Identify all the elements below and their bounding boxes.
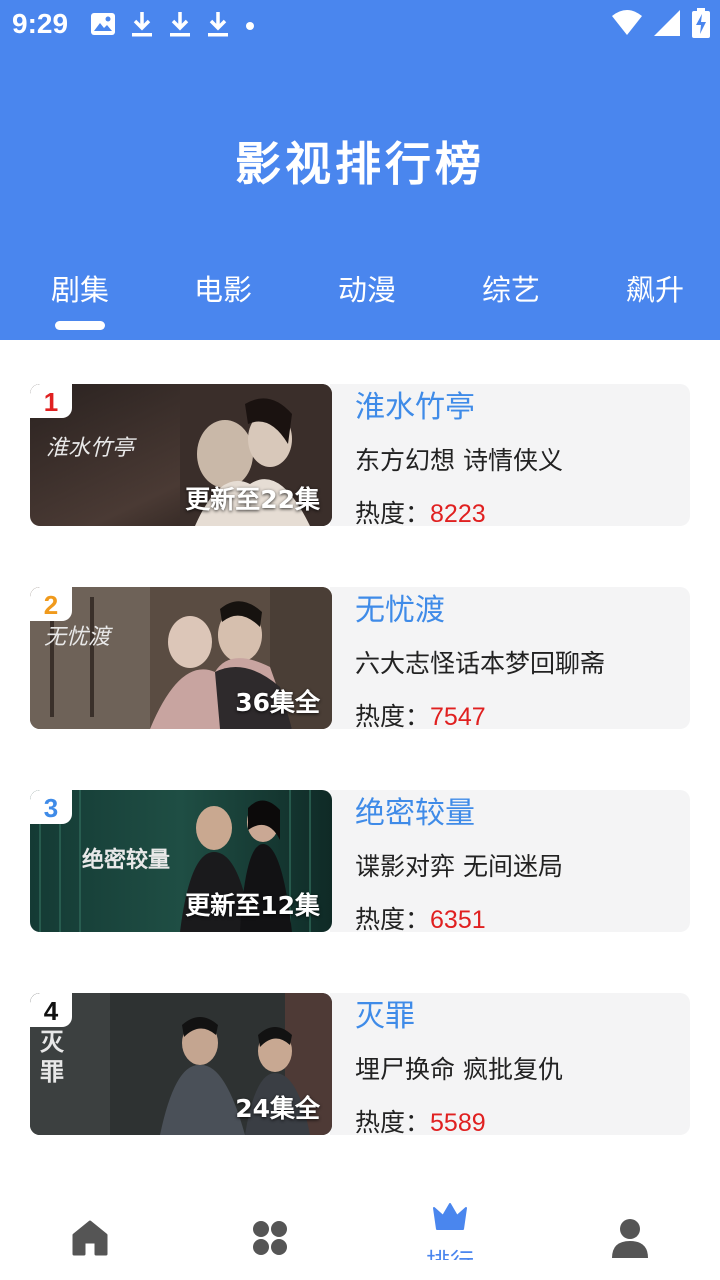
show-tags: 六大志怪话本梦回聊斋	[355, 649, 606, 678]
status-system-icons	[612, 8, 710, 42]
ranking-card[interactable]: 绝密较量 3 更新至12集 绝密较量 谍影对弈 无间迷局 热度：6351	[30, 788, 690, 934]
rank-badge: 4	[30, 993, 72, 1027]
signal-icon	[654, 10, 680, 40]
episode-status: 24集全	[235, 1094, 320, 1123]
nav-profile[interactable]	[580, 1196, 680, 1280]
show-tags: 谍影对弈 无间迷局	[355, 852, 563, 881]
grid-icon	[252, 1220, 288, 1260]
heat-score: 热度：7547	[355, 697, 486, 733]
download-icon	[130, 10, 154, 42]
heat-value: 8223	[430, 500, 486, 528]
header: 9:29 影视排行榜 剧集 电影 动漫 综艺 飙升	[0, 0, 720, 340]
episode-status: 更新至22集	[185, 485, 320, 514]
poster[interactable]: 淮水竹亭 1 更新至22集	[30, 384, 332, 526]
nav-categories[interactable]	[220, 1196, 320, 1280]
poster-title-art: 无忧渡	[44, 625, 111, 650]
tab-rising[interactable]: 飙升	[595, 268, 715, 328]
user-icon	[611, 1218, 649, 1262]
crown-icon	[432, 1202, 468, 1236]
show-tags: 东方幻想 诗情侠义	[355, 446, 563, 475]
status-notification-icons	[90, 10, 256, 42]
nav-ranking-label: 排行	[400, 1242, 500, 1260]
rank-badge: 2	[30, 587, 72, 621]
tab-dramas[interactable]: 剧集	[20, 268, 140, 328]
heat-score: 热度：5589	[355, 1103, 486, 1139]
show-title[interactable]: 淮水竹亭	[355, 382, 475, 426]
poster-title-art: 灭罪	[40, 1027, 64, 1086]
category-tabs: 剧集 电影 动漫 综艺 飙升	[0, 268, 720, 340]
ranking-card[interactable]: 无忧渡 2 36集全 无忧渡 六大志怪话本梦回聊斋 热度：7547	[30, 585, 690, 731]
download-icon	[168, 10, 192, 42]
poster-title-art: 绝密较量	[82, 847, 171, 873]
nav-home[interactable]	[40, 1196, 140, 1280]
show-title[interactable]: 无忧渡	[355, 585, 445, 629]
heat-score: 热度：8223	[355, 494, 486, 530]
heat-score: 热度：6351	[355, 900, 486, 936]
wifi-icon	[612, 10, 642, 40]
heat-label: 热度：	[355, 1108, 431, 1137]
heat-value: 6351	[430, 906, 486, 934]
tab-anime[interactable]: 动漫	[307, 268, 427, 328]
heat-value: 5589	[430, 1109, 486, 1137]
status-time: 9:29	[12, 8, 69, 39]
show-title[interactable]: 绝密较量	[355, 788, 475, 832]
poster[interactable]: 灭罪 4 24集全	[30, 993, 332, 1135]
heat-label: 热度：	[355, 905, 431, 934]
ranking-card[interactable]: 灭罪 4 24集全 灭罪 埋尸换命 疯批复仇 热度：5589	[30, 991, 690, 1137]
status-bar: 9:29	[0, 0, 720, 48]
home-icon	[72, 1220, 108, 1260]
dot-icon	[244, 17, 256, 36]
poster[interactable]: 无忧渡 2 36集全	[30, 587, 332, 729]
tab-variety[interactable]: 综艺	[451, 268, 571, 328]
episode-status: 36集全	[235, 688, 320, 717]
episode-status: 更新至12集	[185, 891, 320, 920]
show-title[interactable]: 灭罪	[355, 991, 415, 1035]
heat-label: 热度：	[355, 702, 431, 731]
heat-label: 热度：	[355, 499, 431, 528]
tab-indicator	[55, 321, 105, 330]
bottom-nav: 排行	[0, 1196, 720, 1280]
heat-value: 7547	[430, 703, 486, 731]
nav-ranking[interactable]: 排行	[400, 1196, 500, 1280]
poster[interactable]: 绝密较量 3 更新至12集	[30, 790, 332, 932]
page-title: 影视排行榜	[235, 137, 485, 191]
tab-movies[interactable]: 电影	[163, 268, 283, 328]
rank-badge: 3	[30, 790, 72, 824]
download-icon	[206, 10, 230, 42]
battery-charging-icon	[692, 8, 710, 42]
rank-badge: 1	[30, 384, 72, 418]
poster-title-art: 淮水竹亭	[46, 436, 135, 461]
show-tags: 埋尸换命 疯批复仇	[355, 1055, 563, 1084]
ranking-card[interactable]: 淮水竹亭 1 更新至22集 淮水竹亭 东方幻想 诗情侠义 热度：8223	[30, 382, 690, 528]
image-icon	[90, 12, 116, 40]
